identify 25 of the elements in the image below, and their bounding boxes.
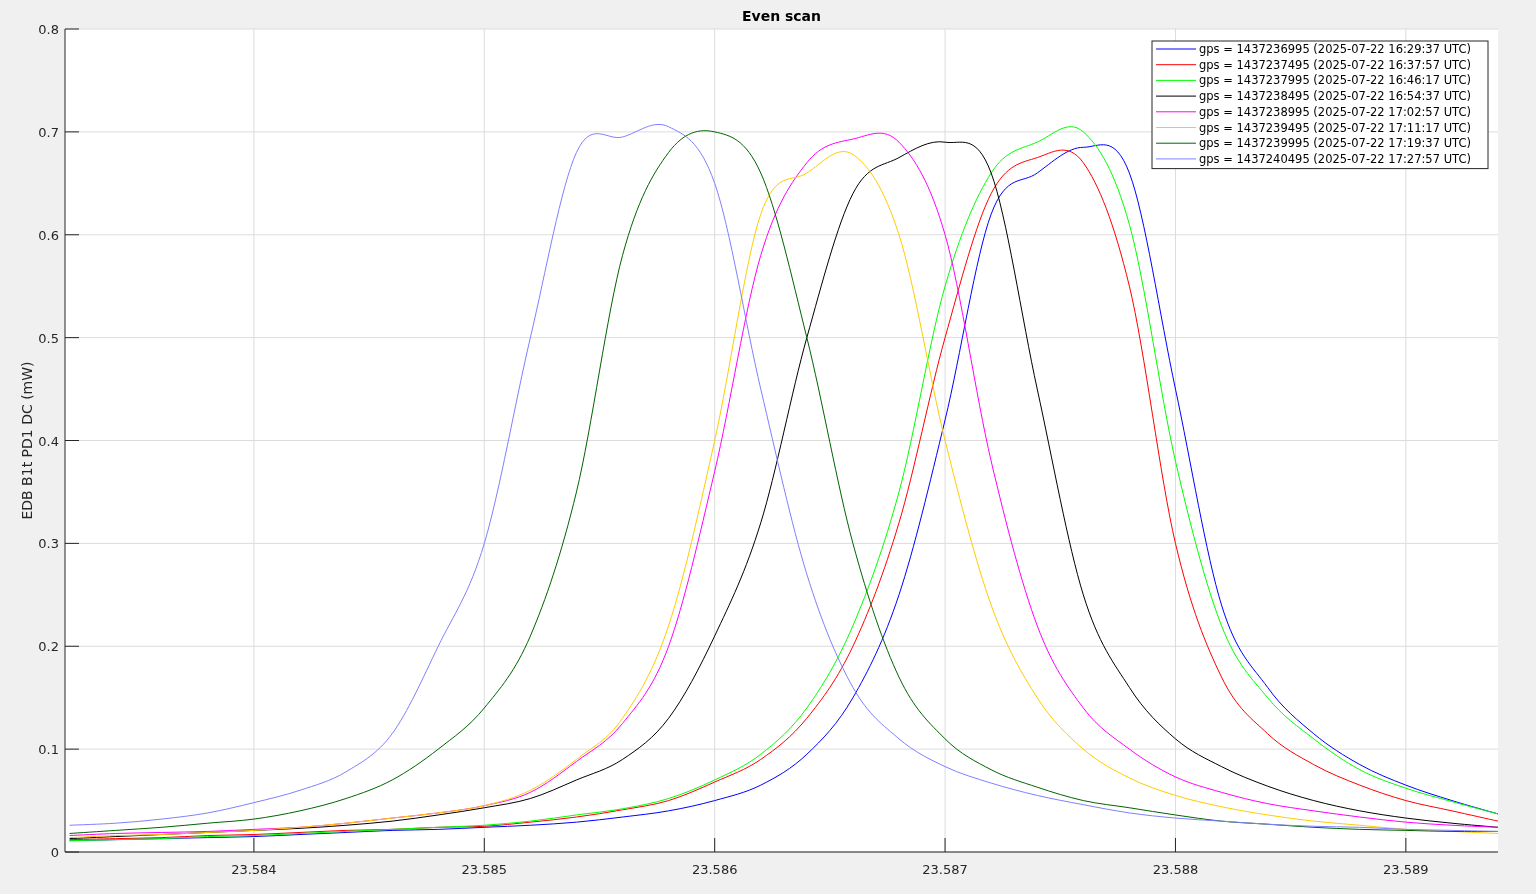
legend-label: gps = 1437237495 (2025-07-22 16:37:57 UTC) xyxy=(1199,57,1471,72)
y-axis-label: EDB B1t PD1 DC (mW) xyxy=(19,361,35,520)
tick-label: 23.589 xyxy=(1383,862,1429,877)
legend-label: gps = 1437238995 (2025-07-22 17:02:57 UTC) xyxy=(1199,104,1471,119)
legend-label: gps = 1437238495 (2025-07-22 16:54:37 UTC) xyxy=(1199,89,1471,104)
tick-label: 0.3 xyxy=(38,536,59,552)
tick-label: 0.7 xyxy=(38,124,59,140)
legend-label: gps = 1437237995 (2025-07-22 16:46:17 UTC) xyxy=(1199,73,1471,88)
chart-title: Even scan xyxy=(741,8,822,24)
tick-label: 0 xyxy=(50,845,59,860)
tick-label: 0.8 xyxy=(38,22,59,37)
tick-label: 0.4 xyxy=(38,433,59,449)
tick-label: 0.6 xyxy=(38,227,59,243)
tick-label: 23.586 xyxy=(691,862,738,877)
tick-label: 0.1 xyxy=(38,742,59,758)
tick-label: 23.584 xyxy=(231,862,277,877)
legend-label: gps = 1437236995 (2025-07-22 16:29:37 UTC) xyxy=(1199,42,1471,56)
legend-label: gps = 1437239495 (2025-07-22 17:11:17 UTC) xyxy=(1199,120,1471,135)
legend-label: gps = 1437240495 (2025-07-22 17:27:57 UTC) xyxy=(1199,151,1471,166)
tick-label: 23.588 xyxy=(1152,862,1199,877)
legend-label: gps = 1437239995 (2025-07-22 17:19:37 UTC) xyxy=(1199,136,1471,151)
tick-label: 0.2 xyxy=(38,639,59,655)
tick-label: 23.587 xyxy=(922,862,968,877)
tick-label: 0.5 xyxy=(38,330,59,346)
tick-label: 23.585 xyxy=(461,862,508,877)
